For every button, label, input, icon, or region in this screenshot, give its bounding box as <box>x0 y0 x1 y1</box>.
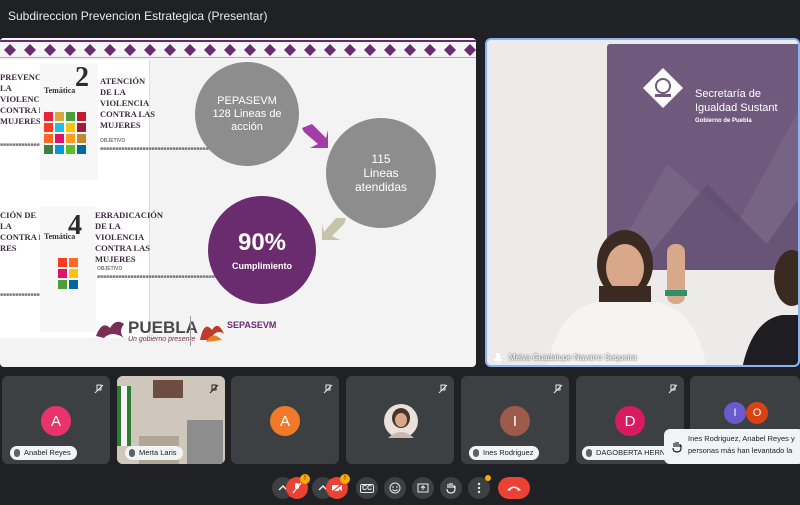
tematica-2-number: 2 <box>75 62 89 93</box>
mic-icon <box>586 449 592 457</box>
leave-call-button[interactable] <box>498 477 530 499</box>
participant-name: Merta Laris <box>139 448 177 457</box>
puebla-logo-subtitle: Un gobierno presente <box>128 336 196 343</box>
objetivo-label-2: OBJETIVO <box>97 266 123 272</box>
mic-icon <box>473 449 479 457</box>
sign-line-2: Igualdad Sustant <box>695 102 778 114</box>
avatar <box>384 404 418 438</box>
circle-lineas-accion: PEPASEVM 128 Lineas de acción <box>195 62 299 166</box>
avatar: A <box>270 406 300 436</box>
sign-line-3: Gobierno de Puebla <box>695 118 752 124</box>
mic-icon <box>14 449 20 457</box>
logo-divider <box>190 316 191 346</box>
participant-name: Anabel Reyes <box>24 448 71 457</box>
sdg-icons-grid-1 <box>44 112 86 154</box>
raise-hand-icon <box>446 483 456 494</box>
mic-off-icon <box>553 384 563 394</box>
speaker-name: Melva Guadalupe Navarro Sequeira <box>509 353 637 362</box>
circle-2-line-3: atendidas <box>354 180 408 194</box>
mic-off-icon <box>438 384 448 394</box>
sign-line-1: Secretaría de <box>695 88 762 100</box>
raise-hand-icon <box>672 442 682 453</box>
mic-off-icon <box>209 384 219 394</box>
decorative-pattern-icon <box>0 40 476 58</box>
tematica-4-number: 4 <box>68 210 82 241</box>
puebla-logo-icon <box>96 321 124 338</box>
mic-off-icon <box>668 384 678 394</box>
mic-off-icon <box>292 482 302 494</box>
pin-icon[interactable] <box>493 353 503 364</box>
emoji-icon <box>389 482 401 494</box>
circle-1-line-1: PEPASEVM <box>217 94 277 107</box>
participant-tile-photo[interactable] <box>346 376 454 464</box>
captions-button[interactable]: CC <box>356 477 378 499</box>
more-vert-icon <box>477 482 481 494</box>
cumplimiento-value: 90% <box>237 229 287 256</box>
participant-tile-merta[interactable]: Merta Laris <box>117 376 225 464</box>
puebla-logo-text: PUEBLA <box>128 318 198 337</box>
participant-name-chip: Ines Rodriguez <box>469 446 540 460</box>
sdg-icons-grid-2 <box>58 258 78 289</box>
slide-document-image: PREVENCIÓN LA VIOLENCIA CONTRA LAS MUJER… <box>0 60 218 338</box>
camera-warning-badge: ! <box>340 474 350 484</box>
participant-name-chip: Merta Laris <box>125 446 183 460</box>
present-icon <box>417 483 429 492</box>
mic-icon <box>129 449 135 457</box>
window-title: Subdireccion Prevencion Estrategica (Pre… <box>8 9 268 23</box>
hang-up-icon <box>507 486 521 491</box>
notification-dot <box>485 475 491 481</box>
decorative-band <box>0 38 476 60</box>
doc-body-text: ■■■■■■■■■■■■■■■■■■■■■■■■ <box>0 292 73 298</box>
captions-icon: CC <box>359 483 375 493</box>
participant-name-chip: Anabel Reyes <box>10 446 77 460</box>
objetivo-label-1: OBJETIVO <box>100 138 126 144</box>
circle-cumplimiento: 90% Cumplimiento <box>208 196 316 304</box>
participant-tile-a[interactable]: A <box>231 376 339 464</box>
doc-body-text: ■■■■■■■■■■■■■■■■■■■■■■■■■■■■■■■■■■■■■■■■ <box>97 274 218 280</box>
notification-line-2: personas más han levantado la <box>688 446 793 455</box>
circle-1-line-2: 128 Lineas de <box>212 107 282 120</box>
participant-tile-anabel[interactable]: A Anabel Reyes <box>2 376 110 464</box>
doc-heading-erradicacion: ERRADICACIÓN DE LA VIOLENCIA CONTRA LAS … <box>95 210 164 264</box>
avatar: I <box>500 406 530 436</box>
shared-presentation: PREVENCIÓN LA VIOLENCIA CONTRA LAS MUJER… <box>0 38 476 367</box>
doc-heading-atencion: ATENCIÓN DE LA VIOLENCIA CONTRA LAS MUJE… <box>100 76 156 130</box>
reactions-button[interactable] <box>384 477 406 499</box>
avatar: I <box>724 402 746 424</box>
sepasevm-logo-text: SEPASEVM <box>227 320 277 330</box>
secretaria-logo-icon <box>643 68 683 108</box>
raised-hands-notification[interactable]: Ines Rodriguez, Anabel Reyes y personas … <box>664 429 800 464</box>
circle-1-line-3: acción <box>231 120 263 133</box>
circle-2-line-2: Lineas <box>363 166 399 180</box>
logos-bar: PUEBLA Un gobierno presente SEPASEVM <box>90 308 276 358</box>
mic-off-icon <box>323 384 333 394</box>
present-screen-button[interactable] <box>412 477 434 499</box>
avatar: D <box>615 406 645 436</box>
camera-off-icon <box>331 483 343 493</box>
circle-2-line-1: 115 <box>371 152 391 166</box>
notification-line-1: Ines Rodriguez, Anabel Reyes y <box>688 434 795 443</box>
participant-tile-ines[interactable]: I Ines Rodriguez <box>461 376 569 464</box>
speaker-person-figure <box>547 230 798 365</box>
sepasevm-logo-icon <box>200 325 224 342</box>
doc-body-text: ■■■■■■■■■■■■■■■■■■■■■■■■■■ <box>0 142 79 148</box>
tematica-2-label: Temática <box>44 86 76 95</box>
avatar: O <box>746 402 768 424</box>
raise-hand-button[interactable] <box>440 477 462 499</box>
doc-body-text: ■■■■■■■■■■■■■■■■■■■■■■■■■■■■■■■■■■■■ <box>100 146 209 152</box>
circle-lineas-atendidas: 115 Lineas atendidas <box>326 118 436 228</box>
participant-name: Ines Rodriguez <box>483 448 534 457</box>
cumplimiento-label: Cumplimiento <box>232 261 292 271</box>
arrow-left-down-icon <box>322 218 346 240</box>
mic-warning-badge: ! <box>300 474 310 484</box>
active-speaker-tile[interactable]: Secretaría de Igualdad Sustant Gobierno … <box>485 38 800 367</box>
arrow-right-down-icon <box>302 124 328 148</box>
avatar: A <box>41 406 71 436</box>
mic-off-icon <box>94 384 104 394</box>
